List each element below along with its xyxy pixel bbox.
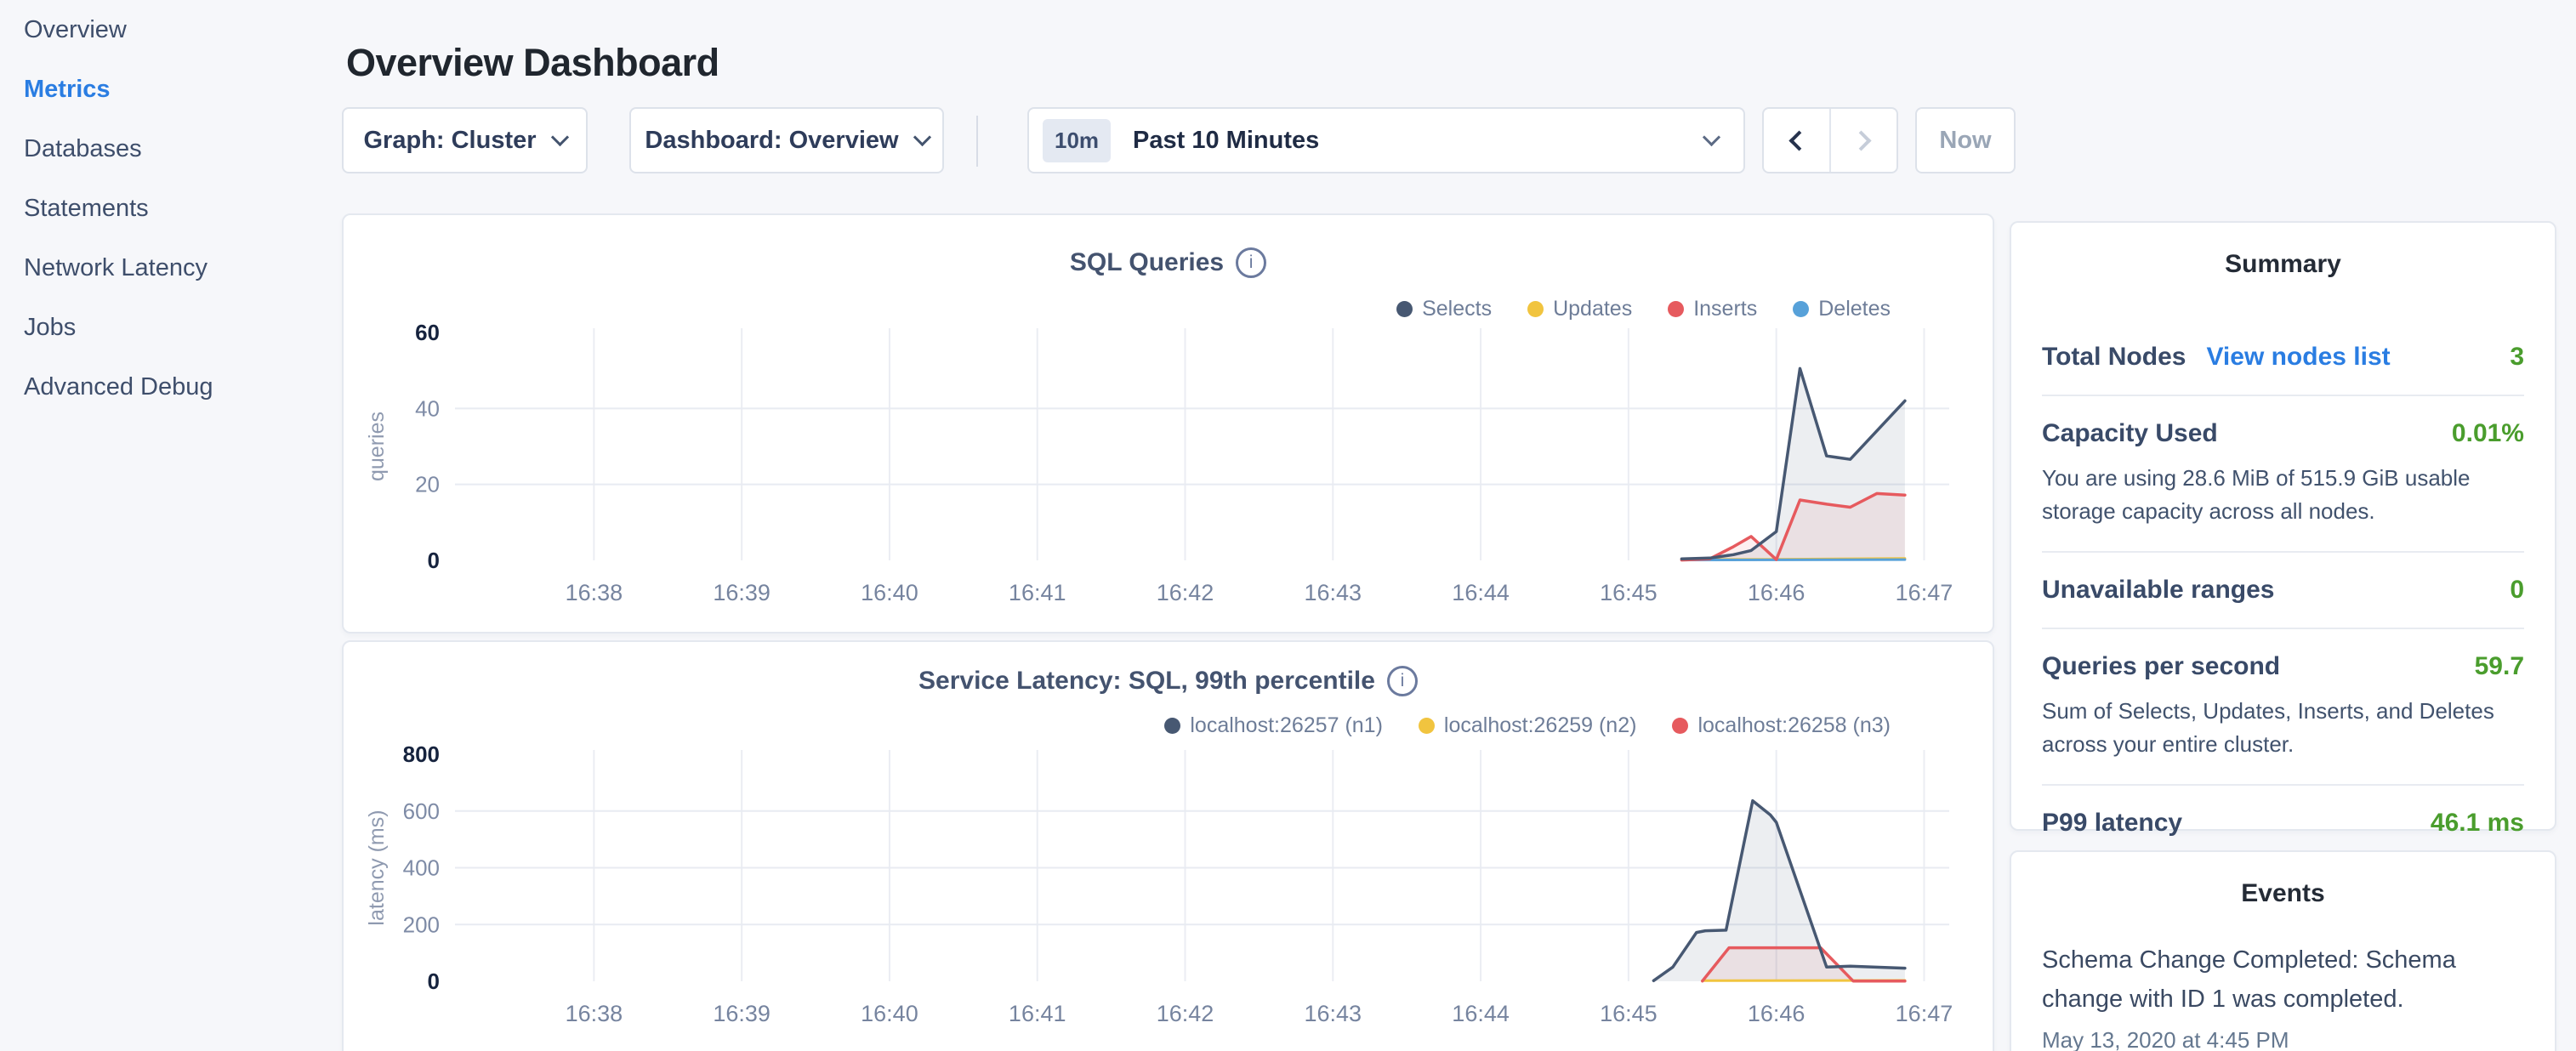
event-text: Schema Change Completed: Schema change w…: [2042, 940, 2524, 1019]
svg-text:16:40: 16:40: [861, 580, 918, 605]
svg-text:16:41: 16:41: [1009, 580, 1066, 605]
svg-text:16:39: 16:39: [713, 1001, 771, 1026]
time-range-badge: 10m: [1043, 119, 1111, 162]
svg-text:16:42: 16:42: [1157, 1001, 1214, 1026]
chevron-down-icon: [550, 128, 568, 145]
summary-stat: Unavailable ranges 0: [2042, 553, 2524, 629]
summary-stat: Capacity Used 0.01% You are using 28.6 MiB…: [2042, 396, 2524, 553]
chevron-right-icon: [1851, 130, 1871, 151]
summary-panel: Summary Total Nodes View nodes list 3 Capac…: [2010, 221, 2556, 831]
svg-text:16:45: 16:45: [1600, 580, 1658, 605]
svg-text:40: 40: [415, 395, 440, 421]
next-time-button[interactable]: [1829, 109, 1896, 172]
svg-text:20: 20: [415, 472, 440, 497]
svg-text:0: 0: [428, 548, 440, 573]
sidebar-item-advanced-debug[interactable]: Advanced Debug: [24, 357, 342, 417]
svg-text:600: 600: [403, 798, 440, 824]
stat-value: 46.1 ms: [2431, 809, 2524, 838]
graph-dropdown[interactable]: Graph: Cluster: [342, 107, 588, 173]
svg-text:60: 60: [415, 320, 440, 345]
sidebar: OverviewMetricsDatabasesStatementsNetwor…: [0, 0, 342, 417]
summary-stat: Total Nodes View nodes list 3: [2042, 320, 2524, 396]
chevron-down-icon: [1703, 128, 1720, 145]
time-pager: [1762, 107, 1898, 173]
time-range-dropdown[interactable]: 10m Past 10 Minutes: [1027, 107, 1745, 173]
page-title: Overview Dashboard: [346, 41, 719, 85]
graph-dropdown-label: Graph: Cluster: [363, 127, 536, 155]
svg-text:16:45: 16:45: [1600, 1001, 1658, 1026]
stat-label: P99 latency: [2042, 809, 2182, 838]
svg-text:0: 0: [428, 969, 440, 994]
stat-value: 3: [2510, 343, 2524, 372]
svg-text:queries: queries: [365, 412, 389, 481]
chevron-down-icon: [913, 128, 930, 145]
sidebar-item-jobs[interactable]: Jobs: [24, 298, 342, 357]
svg-text:16:41: 16:41: [1009, 1001, 1066, 1026]
time-range-label: Past 10 Minutes: [1133, 127, 1683, 155]
prev-time-button[interactable]: [1764, 109, 1829, 172]
event-timestamp: May 13, 2020 at 4:45 PM: [2042, 1027, 2524, 1051]
svg-text:16:40: 16:40: [861, 1001, 918, 1026]
sidebar-item-network-latency[interactable]: Network Latency: [24, 238, 342, 298]
svg-text:16:47: 16:47: [1896, 580, 1953, 605]
sql-queries-chart-panel: SQL QueriesiSelectsUpdatesInsertsDeletes…: [342, 213, 1994, 633]
summary-title: Summary: [2011, 223, 2555, 279]
stat-value: 0.01%: [2452, 419, 2524, 448]
now-button[interactable]: Now: [1915, 107, 2016, 173]
sidebar-item-databases[interactable]: Databases: [24, 119, 342, 179]
dashboard-dropdown[interactable]: Dashboard: Overview: [629, 107, 944, 173]
stat-label: Capacity Used: [2042, 419, 2218, 448]
stat-value: 59.7: [2475, 652, 2524, 681]
svg-text:16:38: 16:38: [566, 580, 623, 605]
stat-description: You are using 28.6 MiB of 515.9 GiB usab…: [2042, 462, 2524, 528]
stat-description: Sum of Selects, Updates, Inserts, and De…: [2042, 695, 2524, 761]
stat-label: Unavailable ranges: [2042, 576, 2274, 605]
toolbar-divider: [976, 116, 978, 167]
svg-text:16:43: 16:43: [1305, 580, 1362, 605]
svg-text:16:46: 16:46: [1748, 1001, 1805, 1026]
stat-value: 0: [2510, 576, 2524, 605]
svg-text:400: 400: [403, 855, 440, 881]
summary-stat: Queries per second 59.7 Sum of Selects, Up…: [2042, 629, 2524, 786]
service-latency-chart-panel: Service Latency: SQL, 99th percentileilo…: [342, 640, 1994, 1051]
stat-label: Total Nodes: [2042, 343, 2186, 372]
chart-plot: 16:38 16:39 16:40 16:41 16:42 16:43 16:44 16:45…: [344, 642, 1993, 1051]
svg-text:16:44: 16:44: [1452, 1001, 1510, 1026]
view-nodes-list-link[interactable]: View nodes list: [2206, 343, 2390, 372]
summary-stat: P99 latency 46.1 ms: [2042, 786, 2524, 861]
svg-text:16:46: 16:46: [1748, 580, 1805, 605]
svg-text:800: 800: [403, 741, 440, 767]
dashboard-dropdown-label: Dashboard: Overview: [645, 127, 898, 155]
chart-plot: 16:38 16:39 16:40 16:41 16:42 16:43 16:44 16:45…: [344, 215, 1993, 632]
svg-text:16:39: 16:39: [713, 580, 771, 605]
svg-text:16:43: 16:43: [1305, 1001, 1362, 1026]
svg-text:16:47: 16:47: [1896, 1001, 1953, 1026]
stat-label: Queries per second: [2042, 652, 2280, 681]
chevron-left-icon: [1788, 130, 1809, 151]
events-panel: Events Schema Change Completed: Schema c…: [2010, 850, 2556, 1051]
event-item[interactable]: Schema Change Completed: Schema change w…: [2042, 940, 2524, 1051]
events-title: Events: [2011, 852, 2555, 908]
svg-text:16:38: 16:38: [566, 1001, 623, 1026]
svg-text:16:44: 16:44: [1452, 580, 1510, 605]
svg-text:200: 200: [403, 912, 440, 937]
svg-text:16:42: 16:42: [1157, 580, 1214, 605]
sidebar-item-overview[interactable]: Overview: [24, 0, 342, 60]
sidebar-item-statements[interactable]: Statements: [24, 179, 342, 238]
svg-text:latency (ms): latency (ms): [365, 810, 389, 925]
sidebar-item-metrics[interactable]: Metrics: [24, 60, 342, 119]
